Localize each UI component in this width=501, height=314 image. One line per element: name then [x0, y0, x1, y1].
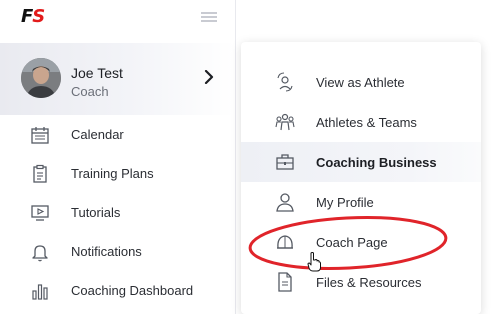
hand-cursor-icon — [307, 252, 321, 272]
avatar — [21, 58, 61, 98]
sidebar-item-label: Calendar — [71, 127, 124, 142]
menu-item-coach-page[interactable]: Coach Page — [241, 222, 481, 262]
profile-dropdown-menu: View as Athlete Athletes & Teams Coachin… — [241, 42, 481, 314]
menu-item-label: My Profile — [316, 195, 374, 210]
team-icon — [275, 113, 295, 131]
sidebar-item-label: Training Plans — [71, 166, 154, 181]
sidebar-item-calendar[interactable]: Calendar — [0, 115, 235, 154]
coach-helmet-icon — [277, 235, 293, 249]
app-logo[interactable]: FS — [21, 6, 45, 27]
swap-user-icon — [277, 72, 293, 92]
chevron-right-icon[interactable] — [203, 70, 215, 84]
profile-name: Joe Test — [71, 65, 123, 81]
monitor-play-icon — [31, 205, 49, 221]
menu-item-view-as-athlete[interactable]: View as Athlete — [241, 62, 481, 102]
menu-item-label: Files & Resources — [316, 275, 422, 290]
sidebar-item-label: Tutorials — [71, 205, 121, 220]
menu-item-files-resources[interactable]: Files & Resources — [241, 262, 481, 302]
menu-item-label: Coaching Business — [316, 155, 437, 170]
bell-icon — [32, 245, 48, 262]
sidebar-item-tutorials[interactable]: Tutorials — [0, 193, 235, 232]
user-icon — [276, 193, 294, 212]
menu-item-athletes-teams[interactable]: Athletes & Teams — [241, 102, 481, 142]
calendar-icon — [31, 127, 49, 144]
sidebar-item-coaching-dashboard[interactable]: Coaching Dashboard — [0, 271, 235, 310]
profile-card[interactable]: Joe Test Coach — [0, 43, 235, 115]
briefcase-icon — [276, 154, 294, 170]
sidebar-item-training-plans[interactable]: Training Plans — [0, 154, 235, 193]
profile-role: Coach — [71, 84, 109, 99]
clipboard-icon — [33, 164, 47, 183]
menu-item-label: Athletes & Teams — [316, 115, 417, 130]
sidebar-item-label: Coaching Dashboard — [71, 283, 194, 298]
bar-chart-icon — [32, 284, 48, 300]
menu-item-label: Coach Page — [316, 235, 388, 250]
sidebar-item-notifications[interactable]: Notifications — [0, 232, 235, 271]
menu-item-label: View as Athlete — [316, 75, 405, 90]
file-icon — [278, 272, 292, 292]
sidebar: FS Joe Test Coach Calendar Training Plan… — [0, 0, 236, 314]
sidebar-item-label: Notifications — [71, 244, 142, 259]
menu-item-coaching-business[interactable]: Coaching Business — [241, 142, 481, 182]
menu-item-my-profile[interactable]: My Profile — [241, 182, 481, 222]
hamburger-menu-icon[interactable] — [201, 12, 217, 22]
